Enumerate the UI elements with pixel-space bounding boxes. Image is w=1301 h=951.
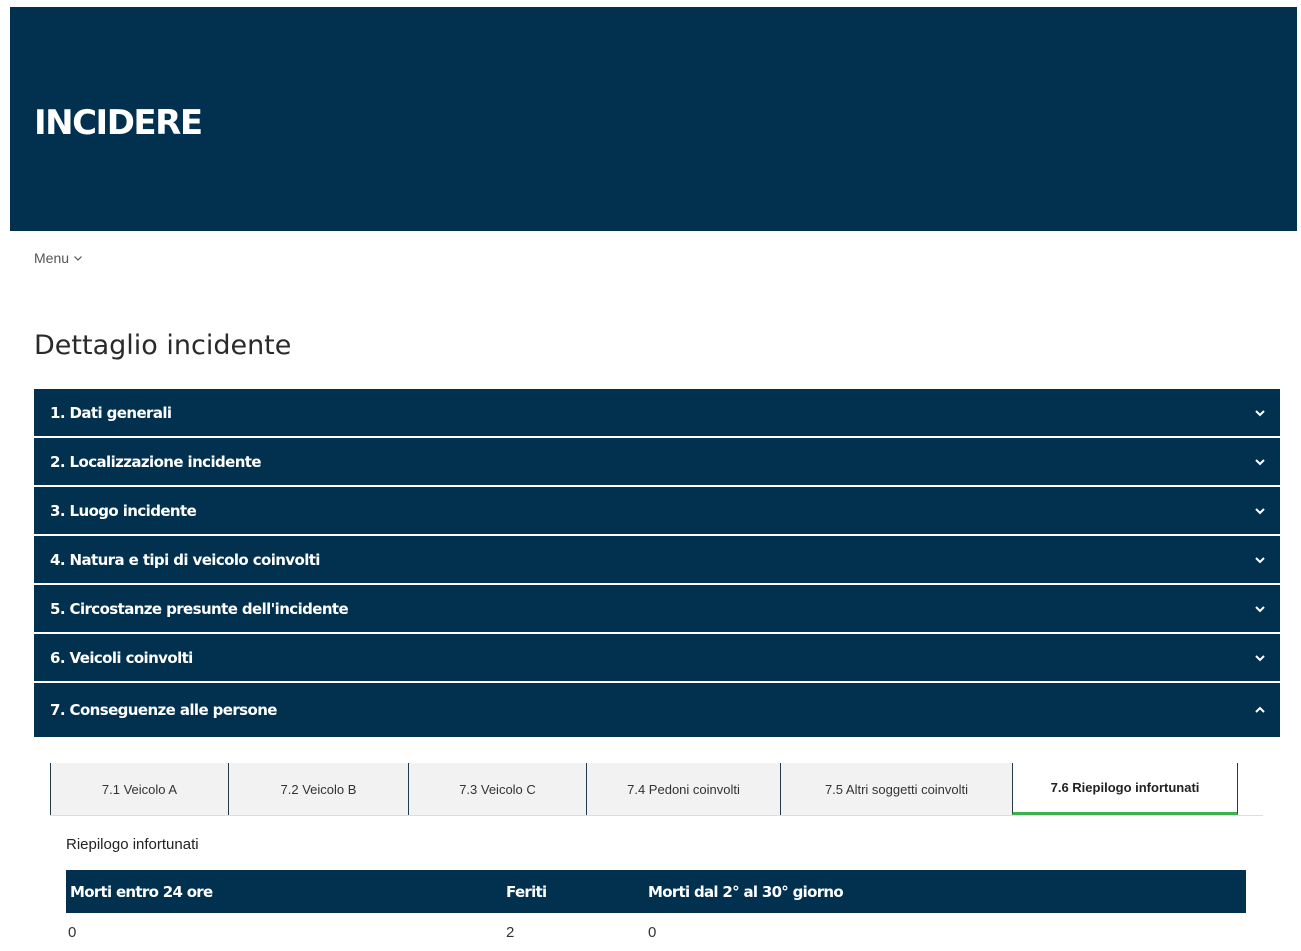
accordion-label: 7. Conseguenze alle persone [50, 701, 277, 719]
app-title: INCIDERE [34, 103, 203, 143]
table-cell: 0 [648, 923, 657, 941]
table-cell: 2 [506, 923, 515, 941]
menu-label: Menu [34, 250, 70, 266]
chevron-down-icon [1254, 505, 1266, 517]
accordion-label: 1. Dati generali [50, 403, 172, 422]
tab-veicolo-c[interactable]: 7.3 Veicolo C [408, 763, 587, 815]
tab-pedoni[interactable]: 7.4 Pedoni coinvolti [586, 763, 781, 815]
accordion-label: 6. Veicoli coinvolti [50, 648, 193, 667]
accordion-label: 5. Circostanze presunte dell'incidente [50, 599, 349, 618]
accordion-label: 2. Localizzazione incidente [50, 452, 262, 471]
summary-table: Morti entro 24 ore Feriti Morti dal 2° a… [66, 870, 1246, 951]
menu-toggle[interactable]: Menu [34, 250, 83, 266]
tab-veicolo-b[interactable]: 7.2 Veicolo B [228, 763, 409, 815]
app-header: INCIDERE [10, 7, 1297, 231]
tab-riepilogo-infortunati[interactable]: 7.6 Riepilogo infortunati [1012, 763, 1238, 815]
tab-veicolo-a[interactable]: 7.1 Veicolo A [50, 763, 229, 815]
table-header: Morti entro 24 ore Feriti Morti dal 2° a… [66, 870, 1246, 913]
accordion: 1. Dati generali 2. Localizzazione incid… [34, 389, 1280, 737]
chevron-down-icon [1254, 554, 1266, 566]
tab-bar: 7.1 Veicolo A 7.2 Veicolo B 7.3 Veicolo … [50, 763, 1263, 816]
chevron-down-icon [1254, 407, 1266, 419]
table-row: 0 2 0 [66, 913, 1246, 951]
page-title: Dettaglio incidente [34, 330, 292, 361]
table-cell: 0 [68, 923, 77, 941]
chevron-up-icon [1254, 704, 1266, 716]
chevron-down-icon [1254, 652, 1266, 664]
chevron-down-icon [1254, 456, 1266, 468]
accordion-item-localizzazione[interactable]: 2. Localizzazione incidente [34, 438, 1280, 487]
accordion-label: 3. Luogo incidente [50, 501, 197, 520]
tab-altri-soggetti[interactable]: 7.5 Altri soggetti coinvolti [780, 763, 1013, 815]
accordion-item-veicoli-coinvolti[interactable]: 6. Veicoli coinvolti [34, 634, 1280, 683]
accordion-item-natura-veicoli[interactable]: 4. Natura e tipi di veicolo coinvolti [34, 536, 1280, 585]
column-header: Morti entro 24 ore [70, 882, 213, 901]
section-caption: Riepilogo infortunati [66, 836, 199, 853]
chevron-down-icon [1254, 603, 1266, 615]
column-header: Feriti [506, 882, 547, 901]
accordion-item-dati-generali[interactable]: 1. Dati generali [34, 389, 1280, 438]
accordion-label: 4. Natura e tipi di veicolo coinvolti [50, 550, 320, 569]
chevron-down-icon [73, 250, 83, 266]
column-header: Morti dal 2° al 30° giorno [648, 882, 844, 901]
accordion-item-conseguenze[interactable]: 7. Conseguenze alle persone [34, 683, 1280, 737]
accordion-item-luogo[interactable]: 3. Luogo incidente [34, 487, 1280, 536]
accordion-item-circostanze[interactable]: 5. Circostanze presunte dell'incidente [34, 585, 1280, 634]
